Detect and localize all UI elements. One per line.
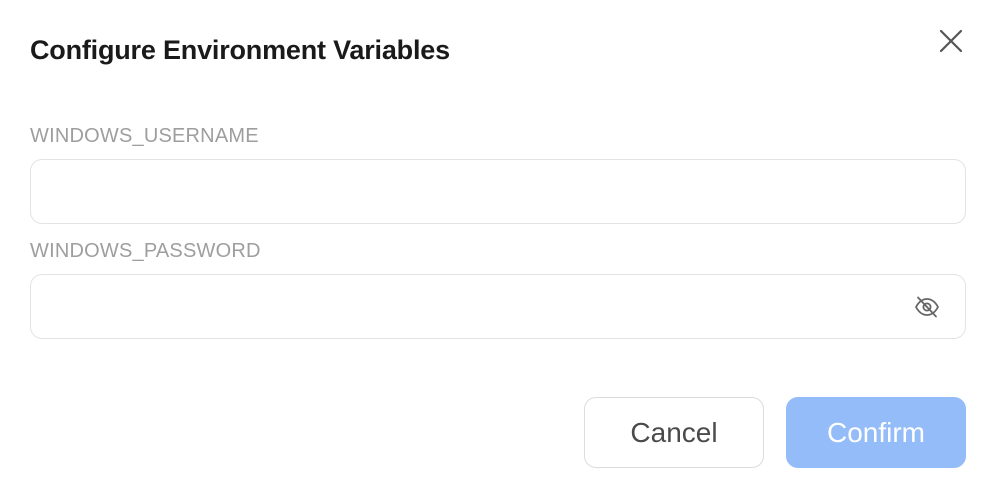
confirm-button[interactable]: Confirm: [786, 397, 966, 468]
password-input[interactable]: [31, 275, 965, 338]
username-label: WINDOWS_USERNAME: [30, 125, 259, 147]
dialog-title: Configure Environment Variables: [30, 35, 450, 65]
eye-off-icon: [914, 294, 940, 320]
cancel-button[interactable]: Cancel: [584, 397, 764, 468]
configure-env-dialog: Configure Environment Variables WINDOWS_…: [0, 0, 998, 498]
toggle-password-visibility-button[interactable]: [913, 293, 941, 321]
username-field-wrapper: [30, 159, 966, 224]
username-input[interactable]: [31, 160, 965, 223]
close-icon: [939, 29, 963, 53]
close-button[interactable]: [932, 22, 970, 60]
password-label: WINDOWS_PASSWORD: [30, 240, 261, 262]
password-field-wrapper: [30, 274, 966, 339]
